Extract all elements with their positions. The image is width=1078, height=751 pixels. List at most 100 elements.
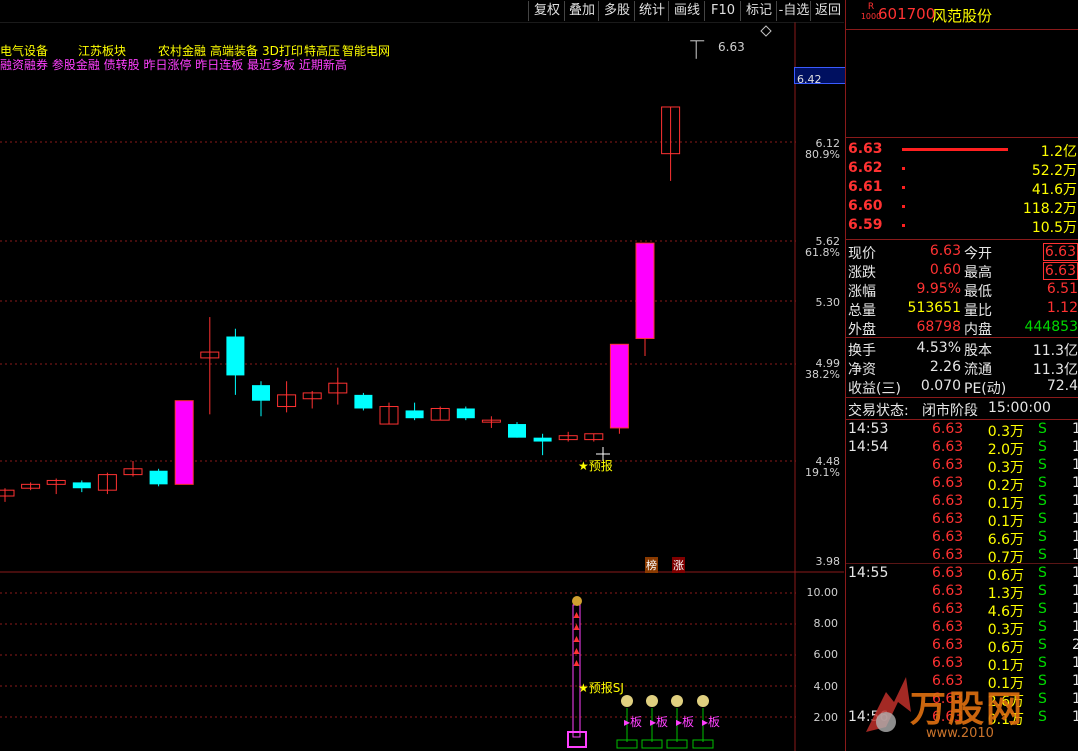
quote-value-2: 6.63: [1042, 262, 1078, 280]
indicator-axis: 10.00 8.00 6.00 4.00 2.00: [796, 0, 842, 751]
quote-label: 现价: [848, 246, 876, 262]
tick-price: 6.63: [932, 529, 964, 545]
quote-value: 6.63: [929, 243, 961, 259]
quote-panel: 6.63 1.2亿 6.62 52.2万 6.61 41.6万 6.60 118.2万 6.59…: [845, 0, 1078, 751]
tick-side: S: [1038, 565, 1047, 581]
tick-volume: 0.6万: [987, 568, 1024, 584]
tick-volume: 0.1万: [987, 514, 1024, 530]
quote-value-2: 6.51: [1046, 281, 1078, 297]
tick-count: 1: [1072, 655, 1078, 671]
tick-count: 1: [1072, 475, 1078, 491]
tick-volume: 0.7万: [987, 550, 1024, 566]
tick-price: 6.63: [932, 637, 964, 653]
indicator-ball-icon: [572, 596, 582, 606]
tick-count: 1: [1072, 565, 1078, 581]
tick-side: S: [1038, 619, 1047, 635]
fund-value-2: 72.4: [1046, 378, 1078, 394]
quote-label-2: 最低: [964, 284, 992, 300]
ban-tag: ▸板: [676, 715, 695, 729]
tick-volume: 0.3万: [987, 622, 1024, 638]
order-volume: 118.2万: [1022, 201, 1077, 217]
tick-count: 1: [1072, 619, 1078, 635]
zhang-tag[interactable]: 涨: [672, 557, 685, 573]
fund-value-2: 11.3亿: [1032, 362, 1078, 378]
tick-count: 1: [1072, 529, 1078, 545]
tick-side: S: [1038, 421, 1047, 437]
tick-count: 1: [1072, 511, 1078, 527]
tick-count: 1: [1072, 601, 1078, 617]
tick-price: 6.63: [932, 457, 964, 473]
indicator-axis-label: 6.00: [813, 648, 839, 661]
order-volume-bar: [902, 186, 905, 189]
ban-tag: ▸板: [650, 715, 669, 729]
tick-price: 6.63: [932, 583, 964, 599]
tick-side: S: [1038, 439, 1047, 455]
tick-time: 14:53: [848, 421, 889, 437]
candle-body: [533, 437, 552, 442]
candle-body: [609, 343, 629, 429]
tick-price: 6.63: [932, 421, 964, 437]
tick-side: S: [1038, 529, 1047, 545]
watermark-url: www.2010: [926, 726, 994, 741]
tick-price: 6.63: [932, 601, 964, 617]
toolbar-button-4[interactable]: 画线: [668, 1, 705, 21]
candle-body: [354, 394, 373, 409]
bang-tag[interactable]: 榜: [645, 557, 658, 573]
trade-status-label: 交易状态:: [848, 403, 909, 419]
tick-count: 1: [1072, 439, 1078, 455]
trade-status-time: 15:00:00: [988, 400, 1051, 416]
tick-volume: 0.3万: [987, 460, 1024, 476]
fund-label-2: PE(动): [964, 381, 1007, 397]
tick-count: 2: [1072, 637, 1078, 653]
order-price: 6.62: [848, 160, 883, 176]
watermark-arrow-icon: [866, 677, 911, 732]
toolbar-button-1[interactable]: 叠加: [564, 1, 599, 21]
diamond-icon: [760, 25, 772, 37]
fund-value-2: 11.3亿: [1032, 343, 1078, 359]
fund-label: 净资: [848, 362, 876, 378]
candle-body: [456, 408, 475, 419]
quote-label-2: 内盘: [964, 322, 992, 338]
indicator-axis-label: 10.00: [806, 586, 839, 599]
tick-volume: 2.0万: [987, 442, 1024, 458]
fund-label-2: 股本: [964, 343, 992, 359]
tick-price: 6.63: [932, 547, 964, 563]
fund-label: 收益(三): [848, 381, 901, 397]
candle-body: [174, 400, 194, 485]
quote-label: 涨幅: [848, 284, 876, 300]
toolbar-button-2[interactable]: 多股: [598, 1, 635, 21]
forecast-tag: ★预报: [578, 459, 613, 473]
indicator-star: [573, 624, 580, 630]
indicator-star: [573, 636, 580, 642]
indicator-axis-label: 8.00: [813, 617, 839, 630]
tick-count: 1: [1072, 493, 1078, 509]
quote-value: 68798: [916, 319, 961, 335]
money-bag-icon: [697, 695, 709, 707]
kline-chart[interactable]: [0, 22, 844, 751]
candle-body: [72, 482, 91, 489]
money-bag-icon: [671, 695, 683, 707]
tick-time: 14:54: [848, 439, 889, 455]
ban-tag: ▸板: [702, 715, 721, 729]
watermark-brand: 万股网: [910, 689, 1025, 730]
order-price: 6.60: [848, 198, 883, 214]
toolbar-button-5[interactable]: F10: [704, 1, 741, 21]
quote-value-2: 6.63: [1042, 243, 1078, 261]
quote-value: 9.95%: [916, 281, 961, 297]
tick-count: 1: [1072, 583, 1078, 599]
toolbar-button-6[interactable]: 标记: [740, 1, 777, 21]
tick-side: S: [1038, 475, 1047, 491]
order-volume-bar: [902, 167, 905, 170]
order-volume: 10.5万: [1031, 220, 1077, 236]
quote-value: 0.60: [929, 262, 961, 278]
tick-price: 6.63: [932, 655, 964, 671]
tick-price: 6.63: [932, 439, 964, 455]
candle-body: [149, 470, 168, 485]
tick-side: S: [1038, 547, 1047, 563]
toolbar-button-3[interactable]: 统计: [634, 1, 669, 21]
toolbar-button-0[interactable]: 复权: [528, 1, 565, 21]
quote-value-2: 1.12: [1046, 300, 1078, 316]
candle-body: [226, 336, 245, 376]
candle-body: [252, 385, 270, 401]
tick-time: 14:55: [848, 565, 889, 581]
